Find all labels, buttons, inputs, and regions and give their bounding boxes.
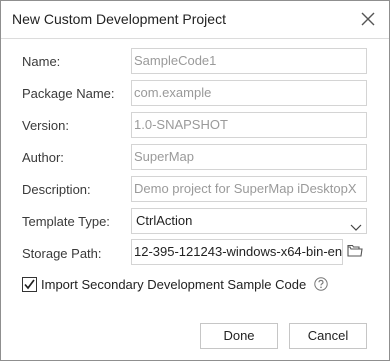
name-field[interactable]: SampleCode1 (131, 48, 367, 74)
description-label: Description: (22, 182, 91, 197)
author-label: Author: (22, 150, 64, 165)
template-type-value: CtrlAction (136, 213, 193, 228)
help-icon[interactable] (314, 277, 328, 291)
name-label: Name: (22, 54, 61, 69)
storage-path-field[interactable]: 12-395-121243-windows-x64-bin-en (131, 239, 343, 265)
description-field[interactable]: Demo project for SuperMap iDesktopX (131, 176, 367, 202)
author-field[interactable]: SuperMap (131, 144, 367, 170)
import-sample-checkbox[interactable] (22, 277, 37, 292)
package-name-label: Package Name: (22, 86, 115, 101)
template-type-select[interactable]: CtrlAction (131, 208, 367, 234)
version-field[interactable]: 1.0-SNAPSHOT (131, 112, 367, 138)
dialog-title: New Custom Development Project (12, 11, 226, 27)
close-icon[interactable] (359, 10, 377, 28)
checkmark-icon (24, 279, 35, 290)
storage-path-label: Storage Path: (22, 246, 102, 261)
chevron-down-icon[interactable] (350, 216, 362, 231)
dialog-titlebar: New Custom Development Project (1, 1, 389, 37)
title-divider (1, 38, 389, 39)
new-project-dialog: New Custom Development Project Name: Sam… (0, 0, 390, 361)
cancel-button[interactable]: Cancel (289, 323, 367, 349)
template-type-label: Template Type: (22, 214, 110, 229)
version-label: Version: (22, 118, 69, 133)
done-button[interactable]: Done (200, 323, 278, 349)
folder-icon[interactable] (347, 244, 363, 258)
package-name-field[interactable]: com.example (131, 80, 367, 106)
import-sample-label[interactable]: Import Secondary Development Sample Code (41, 277, 306, 292)
